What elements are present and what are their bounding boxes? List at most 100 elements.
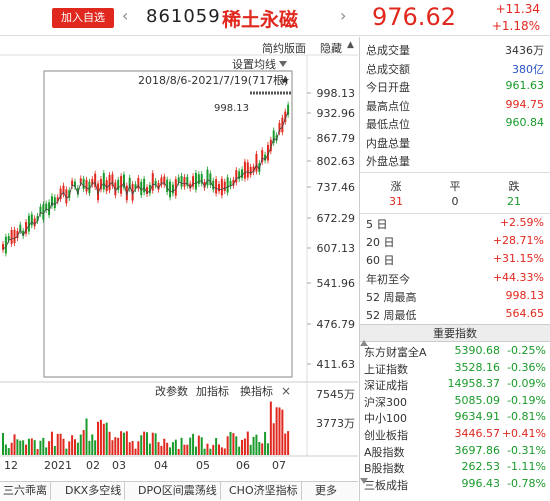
volume-bar bbox=[266, 443, 269, 455]
volume-bar bbox=[200, 437, 203, 455]
volume-bar bbox=[275, 407, 278, 455]
add-to-watchlist-button[interactable]: 加入自选 bbox=[52, 8, 114, 28]
stat-row: 总成交额 380亿 bbox=[366, 59, 544, 77]
index-row[interactable]: 中小100 9634.91 -0.81% bbox=[364, 409, 546, 425]
date-axis-label: 12 bbox=[4, 459, 18, 472]
stat-value: 960.84 bbox=[505, 116, 545, 129]
index-row[interactable]: 上证指数 3528.16 -0.36% bbox=[364, 360, 546, 376]
divider bbox=[360, 172, 550, 173]
prev-stock-icon[interactable]: ‹ bbox=[122, 6, 128, 26]
volume-bar bbox=[13, 434, 16, 455]
stat-value: 961.63 bbox=[505, 79, 545, 92]
stock-code: 861059 bbox=[146, 6, 221, 27]
stat-label: 总成交量 bbox=[366, 44, 410, 57]
volume-bar bbox=[125, 431, 128, 455]
index-name: 中小100 bbox=[364, 412, 407, 426]
stat-label: 最低点位 bbox=[366, 118, 410, 131]
candle-body bbox=[120, 176, 123, 194]
volume-bar bbox=[160, 445, 163, 455]
index-row[interactable]: 东方财富全A 5390.68 -0.25% bbox=[364, 343, 546, 359]
decliners-label: 跌 bbox=[508, 180, 520, 193]
index-row[interactable]: 三板成指 996.43 -0.78% bbox=[364, 476, 546, 492]
volume-bar bbox=[91, 434, 94, 455]
next-stock-icon[interactable]: › bbox=[340, 6, 346, 26]
index-value: 5085.09 bbox=[454, 393, 501, 407]
tab-bias36[interactable]: 三六乖离 bbox=[0, 482, 51, 500]
volume-bar bbox=[186, 444, 189, 455]
index-value: 262.53 bbox=[461, 460, 501, 474]
tab-dkx[interactable]: DKX多空线 bbox=[62, 482, 126, 500]
candle-body bbox=[143, 178, 146, 193]
tab-cho[interactable]: CHO济坚指标 bbox=[226, 482, 302, 500]
volume-bar bbox=[122, 432, 125, 455]
volume-bar bbox=[53, 445, 56, 455]
candle-body bbox=[215, 179, 218, 194]
volume-bar bbox=[180, 437, 183, 455]
kline-chart-area[interactable]: 简约版面 隐藏 ▲ 998.13 932.96 867.79 802.63 737.46… bbox=[0, 37, 358, 501]
volume-bar bbox=[36, 448, 39, 455]
index-row[interactable]: 沪深300 5085.09 -0.19% bbox=[364, 393, 546, 409]
index-change: -0.25% bbox=[507, 344, 546, 357]
volume-bar bbox=[25, 444, 28, 455]
candle-body bbox=[197, 174, 200, 185]
index-change: -0.81% bbox=[507, 410, 546, 424]
volume-bar bbox=[148, 443, 151, 455]
candle-body bbox=[85, 179, 88, 192]
volume-bar bbox=[258, 442, 261, 455]
volume-bar bbox=[264, 431, 267, 455]
volume-bar bbox=[154, 433, 157, 455]
volume-axis-label: 7545万 bbox=[316, 388, 355, 401]
volume-bar bbox=[157, 442, 160, 455]
volume-bar bbox=[7, 448, 10, 455]
volume-bar bbox=[128, 442, 131, 455]
period-row: 52 周最高 998.13 bbox=[366, 287, 544, 305]
price-axis-label: 998.13 bbox=[317, 87, 356, 100]
stat-value: 3436万 bbox=[505, 44, 544, 57]
index-row[interactable]: A股指数 3697.86 -0.31% bbox=[364, 443, 546, 459]
candle-body bbox=[238, 171, 241, 180]
stat-label: 外盘总量 bbox=[366, 155, 410, 168]
index-row[interactable]: B股指数 262.53 -1.11% bbox=[364, 459, 546, 475]
index-name: A股指数 bbox=[364, 445, 405, 459]
candle-body bbox=[180, 175, 183, 187]
volume-bar bbox=[4, 444, 7, 455]
index-row[interactable]: 创业板指 3446.57 +0.41% bbox=[364, 426, 546, 442]
period-label: 60 日 bbox=[366, 254, 395, 268]
index-name: 东方财富全A bbox=[364, 346, 427, 359]
stat-row: 外盘总量 bbox=[366, 151, 544, 169]
volume-bar bbox=[71, 435, 74, 455]
candle-body bbox=[226, 177, 229, 193]
volume-bar bbox=[59, 433, 62, 455]
index-name: 上证指数 bbox=[364, 362, 408, 376]
price-axis-label: 737.46 bbox=[317, 181, 356, 194]
date-axis-label: 03 bbox=[112, 459, 126, 472]
volume-bar bbox=[261, 443, 264, 455]
kline-chart[interactable]: 998.13 932.96 867.79 802.63 737.46 672.29 607.… bbox=[0, 37, 358, 481]
candle-body bbox=[102, 173, 105, 190]
volume-bar bbox=[223, 448, 226, 455]
pin-icon: ★ bbox=[280, 74, 290, 87]
tab-dpo[interactable]: DPO区间震荡线 bbox=[135, 482, 221, 500]
volume-bar bbox=[65, 448, 68, 455]
candle-body bbox=[255, 153, 258, 172]
price-axis-label: 672.29 bbox=[317, 212, 356, 225]
index-value: 14958.37 bbox=[447, 377, 501, 391]
volume-bar bbox=[278, 407, 281, 455]
tab-more[interactable]: 更多 bbox=[312, 482, 340, 500]
volume-bar bbox=[30, 438, 33, 455]
date-axis-label: 02 bbox=[86, 459, 100, 472]
stat-row: 最低点位 960.84 bbox=[366, 114, 544, 132]
change-percent: +1.18% bbox=[491, 19, 540, 33]
index-row[interactable]: 深证成指 14958.37 -0.09% bbox=[364, 376, 546, 392]
stock-name: 稀土永磁 bbox=[222, 9, 299, 31]
volume-bar bbox=[284, 433, 287, 455]
period-label: 52 周最高 bbox=[366, 290, 417, 304]
volume-bar bbox=[62, 438, 65, 455]
candle-body bbox=[220, 178, 223, 196]
add-indicator-link: 加指标 bbox=[196, 384, 229, 398]
price-axis-label: 541.96 bbox=[317, 277, 356, 290]
price-axis-label: 411.63 bbox=[317, 358, 356, 371]
candle-body bbox=[218, 184, 220, 192]
candle-body bbox=[194, 172, 197, 190]
volume-axis-label: 3773万 bbox=[316, 417, 355, 430]
